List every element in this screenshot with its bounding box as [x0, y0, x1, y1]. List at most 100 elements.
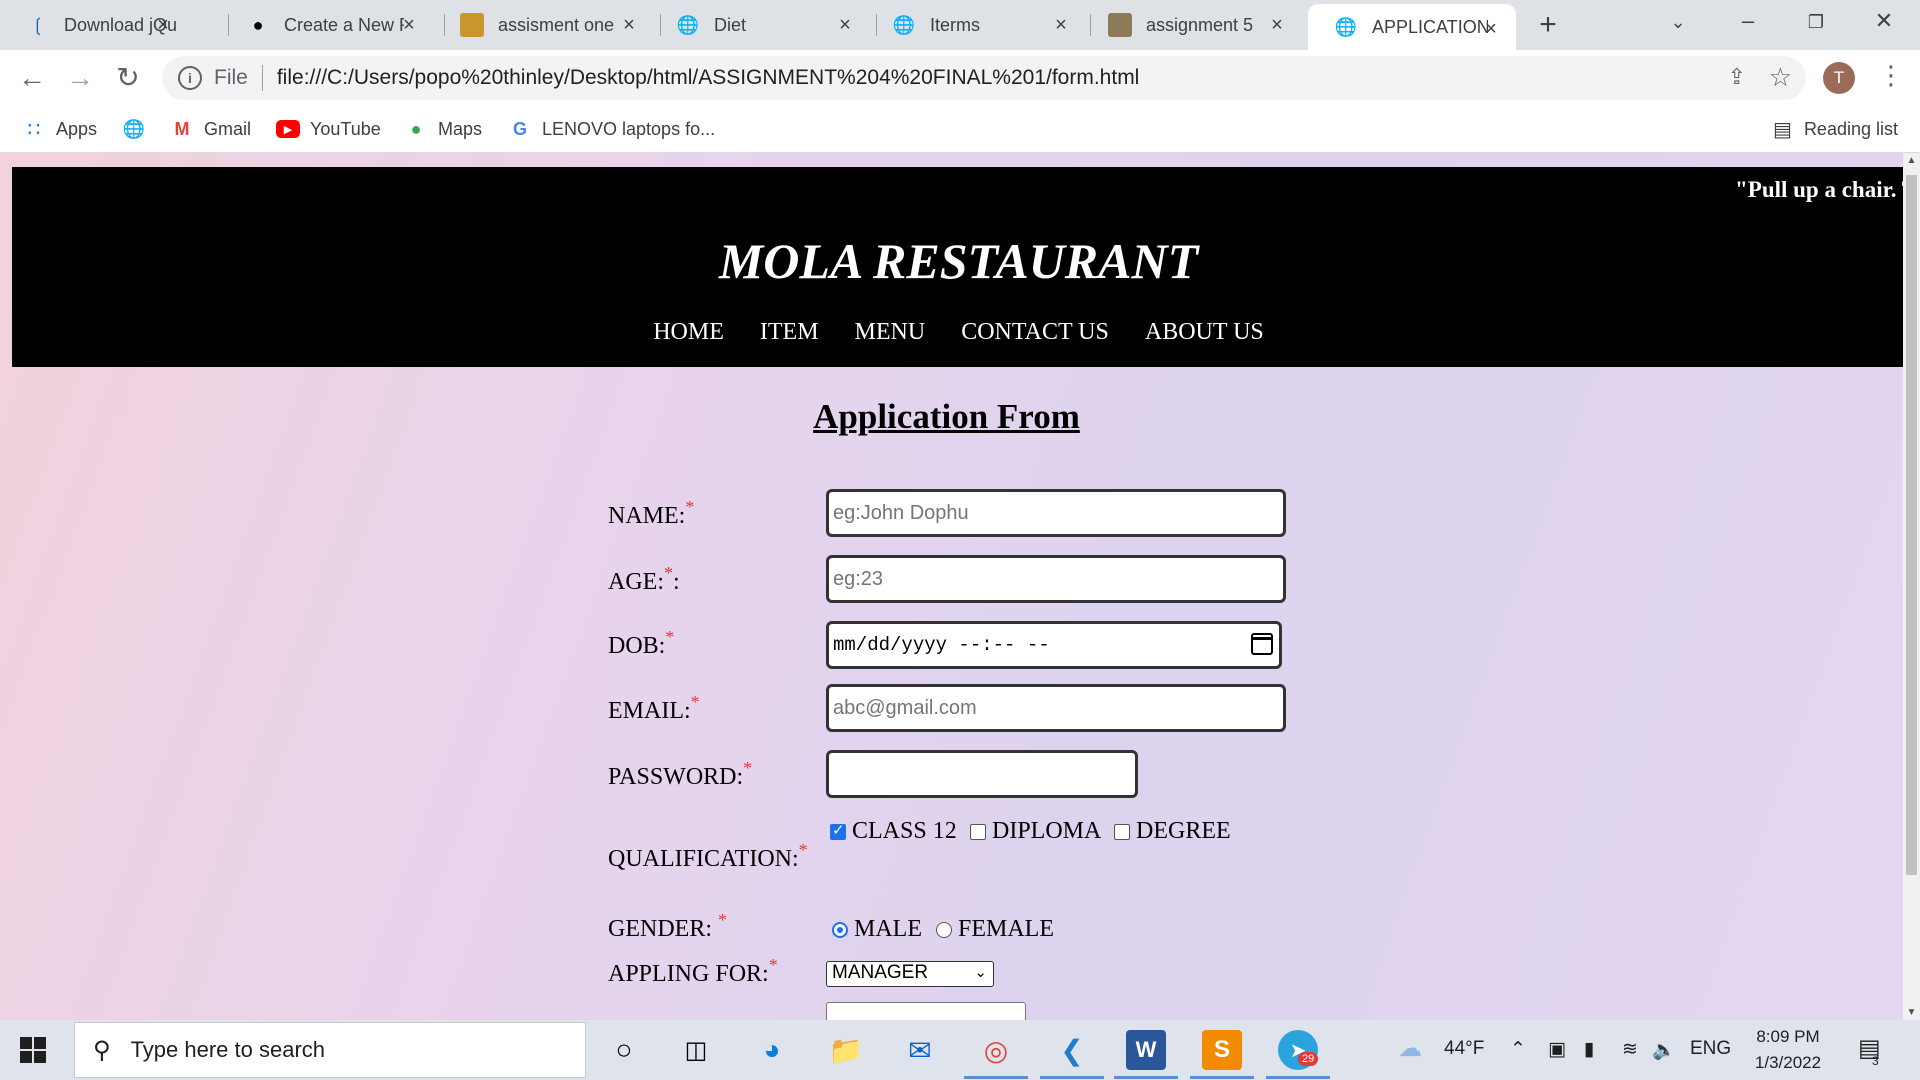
checkbox[interactable] [1114, 823, 1130, 840]
edge-icon[interactable]: ◕ [752, 1030, 792, 1070]
close-icon[interactable]: × [1266, 14, 1288, 36]
qualification-diploma[interactable]: DIPLOMA [970, 818, 1101, 845]
system-clock[interactable]: 8:09 PM 1/3/2022 [1748, 1024, 1828, 1076]
tab-label: assignment 5 [1146, 14, 1254, 35]
scroll-down-arrow-icon[interactable]: ▼ [1903, 1007, 1920, 1018]
forward-arrow-icon[interactable]: → [62, 62, 98, 94]
tab-label: assisment one [498, 14, 615, 35]
dob-value: mm/dd/yyyy --:-- -- [833, 634, 1050, 656]
url-scheme: File [214, 66, 248, 89]
reading-list-button[interactable]: ▤ Reading list [1773, 114, 1898, 144]
tab-diet[interactable]: 🌐 Diet × [650, 0, 870, 50]
reload-icon[interactable]: ↻ [110, 62, 146, 94]
tab-github[interactable]: ● Create a New R × [220, 0, 434, 50]
close-icon[interactable]: × [398, 14, 420, 36]
close-icon[interactable]: × [1480, 18, 1502, 40]
tab-assisment-one[interactable]: assisment one × [434, 0, 654, 50]
close-icon[interactable]: × [834, 14, 856, 36]
chrome-icon[interactable]: ◎ [976, 1030, 1016, 1070]
email-field[interactable]: abc@gmail.com [826, 684, 1286, 732]
header-banner: "Pull up a chair. T MOLA RESTAURANT HOME… [12, 167, 1903, 367]
url-text[interactable]: file:///C:/Users/popo%20thinley/Desktop/… [277, 66, 1140, 90]
task-view-icon[interactable]: ◫ [676, 1030, 716, 1070]
windows-start-icon[interactable] [20, 1037, 46, 1063]
meet-now-icon[interactable]: ▣ [1548, 1038, 1566, 1061]
nav-menu[interactable]: MENU [855, 319, 926, 346]
qualification-degree[interactable]: DEGREE [1114, 818, 1231, 845]
mail-icon[interactable]: ✉ [900, 1030, 940, 1070]
calendar-icon[interactable] [1251, 633, 1273, 655]
bookmark-label: LENOVO laptops fo... [542, 118, 716, 139]
bookmark-star-icon[interactable]: ☆ [1769, 62, 1792, 93]
option-label: CLASS 12 [852, 818, 957, 844]
partial-input[interactable] [826, 1002, 1026, 1020]
tab-application-form[interactable]: 🌐 APPLICATION F × [1308, 4, 1516, 50]
age-input[interactable]: eg:23 [826, 555, 1286, 603]
bookmark-globe[interactable]: 🌐 [122, 114, 156, 144]
tab-assignment-5[interactable]: assignment 5 × [1082, 0, 1302, 50]
bookmark-apps[interactable]: ∷ Apps [22, 114, 97, 144]
menu-kebab-icon[interactable]: ⋮ [1878, 60, 1904, 91]
globe-icon: 🌐 [1334, 16, 1358, 37]
weather-cloud-icon[interactable]: ☁ [1398, 1034, 1422, 1063]
file-explorer-icon[interactable]: 📁 [826, 1030, 866, 1070]
weather-temp[interactable]: 44°F [1444, 1038, 1484, 1060]
nav-home[interactable]: HOME [653, 319, 724, 346]
language-indicator[interactable]: ENG [1690, 1038, 1731, 1060]
name-input[interactable]: eg:John Dophu [826, 489, 1286, 537]
tab-iterms[interactable]: 🌐 Iterms × [866, 0, 1086, 50]
back-arrow-icon[interactable]: ← [14, 62, 50, 94]
new-tab-button[interactable]: + [1530, 8, 1566, 42]
tab-download-jquery[interactable]: ❲ Download jQue × [0, 0, 188, 50]
scrollbar-thumb[interactable] [1906, 175, 1917, 875]
address-bar[interactable]: i File file:///C:/Users/popo%20thinley/D… [162, 56, 1806, 100]
wifi-icon[interactable]: ≋ [1622, 1038, 1638, 1061]
bookmark-lenovo[interactable]: G LENOVO laptops fo... [508, 114, 715, 144]
bookmark-youtube[interactable]: ▶ YouTube [276, 114, 381, 144]
sublime-text-icon[interactable]: S [1202, 1030, 1242, 1070]
checkbox-checked[interactable] [830, 821, 846, 840]
password-input[interactable] [826, 750, 1138, 798]
volume-icon[interactable]: 🔈 [1652, 1038, 1676, 1062]
close-icon[interactable]: × [152, 14, 174, 36]
chevron-up-icon[interactable]: ⌃ [1510, 1038, 1526, 1061]
scroll-up-arrow-icon[interactable]: ▲ [1903, 155, 1920, 166]
radio-selected[interactable] [832, 921, 848, 938]
minimize-button[interactable]: – [1730, 8, 1766, 34]
taskbar-search-input[interactable]: ⚲ Type here to search [74, 1022, 586, 1078]
tab-search-chevron-icon[interactable]: ⌄ [1660, 12, 1696, 33]
word-icon[interactable]: W [1126, 1030, 1166, 1070]
checkbox[interactable] [970, 823, 986, 840]
name-label-text: NAME: [608, 503, 686, 529]
bookmark-maps[interactable]: ● Maps [404, 114, 482, 144]
share-icon[interactable]: ⇪ [1728, 64, 1746, 90]
close-icon[interactable]: × [1050, 14, 1072, 36]
windows-taskbar: ⚲ Type here to search ○ ◫ ◕ 📁 ✉ ◎ ❮ W S … [0, 1020, 1920, 1080]
nav-contact-us[interactable]: CONTACT US [961, 319, 1109, 346]
applying-for-select[interactable]: MANAGER ⌄ [826, 961, 994, 987]
gender-female[interactable]: FEMALE [936, 916, 1054, 943]
gender-male[interactable]: MALE [832, 916, 922, 943]
nav-item[interactable]: ITEM [760, 319, 819, 346]
chevron-down-icon: ⌄ [974, 964, 987, 981]
close-icon[interactable]: × [618, 14, 640, 36]
vertical-scrollbar[interactable]: ▲ ▼ [1903, 153, 1920, 1020]
dob-label-text: DOB: [608, 633, 666, 659]
info-icon[interactable]: i [178, 66, 202, 90]
restore-button[interactable]: ❐ [1798, 12, 1834, 33]
cortana-icon[interactable]: ○ [604, 1030, 644, 1070]
bookmark-label: YouTube [310, 118, 381, 139]
name-placeholder: eg:John Dophu [833, 501, 969, 524]
qualification-class12[interactable]: CLASS 12 [830, 818, 957, 845]
close-window-button[interactable]: ✕ [1866, 8, 1902, 34]
vscode-icon[interactable]: ❮ [1052, 1030, 1092, 1070]
bookmarks-bar: ∷ Apps 🌐 M Gmail ▶ YouTube ● Maps G LENO… [0, 106, 1920, 153]
nav-about-us[interactable]: ABOUT US [1145, 319, 1264, 346]
dob-datetime-input[interactable]: mm/dd/yyyy --:-- -- [826, 621, 1282, 669]
avatar[interactable]: T [1823, 62, 1855, 94]
bookmark-gmail[interactable]: M Gmail [170, 114, 252, 144]
age-label-suffix: : [673, 569, 680, 595]
battery-icon[interactable]: ▮ [1584, 1038, 1594, 1061]
active-app-indicator [1266, 1076, 1330, 1079]
radio[interactable] [936, 921, 952, 938]
